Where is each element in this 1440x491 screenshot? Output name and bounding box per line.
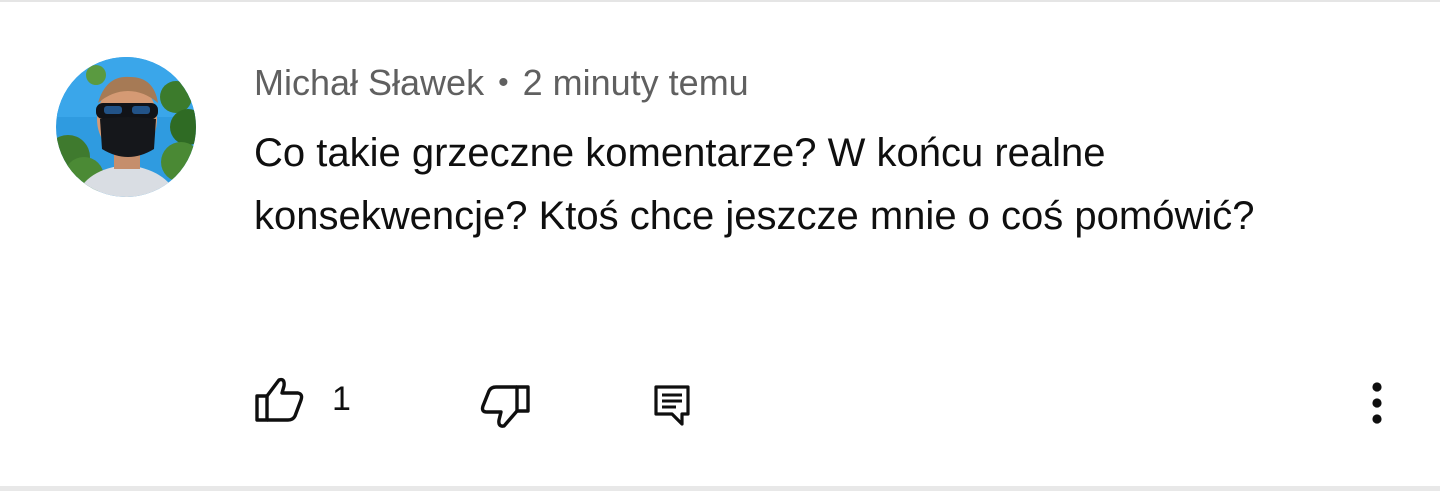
thumbs-down-icon (480, 385, 530, 428)
more-options-button[interactable] (1362, 380, 1392, 426)
avatar[interactable] (56, 57, 196, 197)
author-name[interactable]: Michał Sławek (254, 62, 484, 104)
reply-button[interactable] (652, 384, 692, 426)
dislike-button[interactable] (479, 384, 531, 430)
like-count: 1 (332, 379, 351, 418)
comment-item: Michał Sławek • 2 minuty temu Co takie g… (0, 0, 1440, 486)
comment-header: Michał Sławek • 2 minuty temu (254, 60, 749, 106)
comment-actions: 1 (0, 370, 1440, 440)
comment-timestamp: 2 minuty temu (522, 62, 749, 103)
comment-text: Co takie grzeczne komentarze? W końcu re… (254, 131, 1255, 238)
header-separator: • (498, 66, 509, 99)
reply-comment-icon (654, 385, 690, 426)
more-vertical-icon (1372, 382, 1382, 424)
thumbs-up-icon (255, 377, 304, 422)
user-avatar-photo-icon (56, 57, 196, 197)
like-button[interactable]: 1 (254, 376, 351, 422)
bottom-divider (0, 486, 1440, 491)
